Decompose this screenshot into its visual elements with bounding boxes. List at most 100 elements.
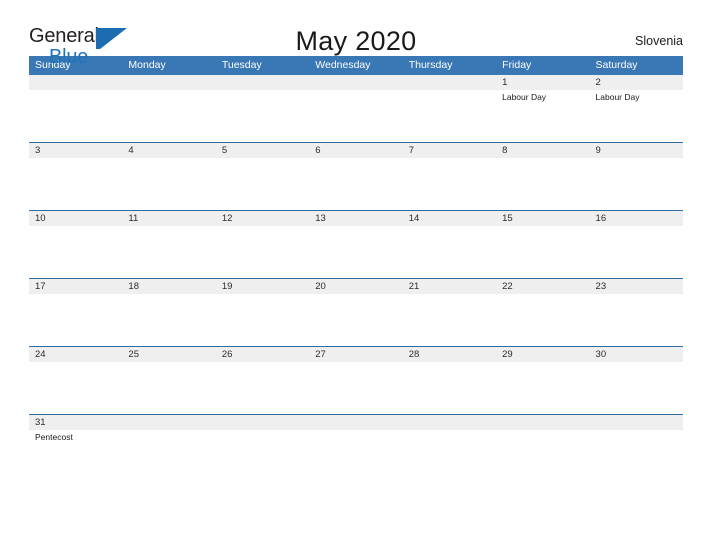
calendar-weeks: 1 2 Labour Day Labour Day 3 4 5 6 7 8 9 10 11 12 13 14 1… <box>29 75 683 482</box>
logo-text-blue: Blue <box>49 46 89 68</box>
day-number[interactable]: 27 <box>309 347 402 362</box>
day-number[interactable]: 10 <box>29 211 122 226</box>
day-cell[interactable] <box>29 226 122 278</box>
calendar-week-row: 3456789 <box>29 142 683 210</box>
day-cell <box>309 430 402 482</box>
day-cell[interactable]: Pentecost <box>29 430 122 482</box>
day-cell[interactable] <box>403 362 496 414</box>
day-number[interactable]: 8 <box>496 143 589 158</box>
calendar-week-row: 1 2 Labour Day Labour Day <box>29 75 683 142</box>
day-cell[interactable] <box>309 294 402 346</box>
day-cell[interactable] <box>403 226 496 278</box>
day-number-empty <box>590 415 683 430</box>
day-number[interactable]: 20 <box>309 279 402 294</box>
day-cell[interactable] <box>590 362 683 414</box>
day-number[interactable]: 30 <box>590 347 683 362</box>
day-cell[interactable] <box>122 158 215 210</box>
day-cell[interactable] <box>216 226 309 278</box>
day-number[interactable]: 29 <box>496 347 589 362</box>
week-date-band: 10 11 12 13 14 15 16 <box>29 211 683 226</box>
day-number[interactable]: 9 <box>590 143 683 158</box>
day-cell[interactable] <box>122 362 215 414</box>
day-cell[interactable] <box>216 158 309 210</box>
day-number[interactable]: 3 <box>29 143 122 158</box>
day-number-empty <box>122 75 215 90</box>
day-cell[interactable] <box>122 226 215 278</box>
day-cell[interactable] <box>496 226 589 278</box>
week-date-band: 3456789 <box>29 143 683 158</box>
week-event-band: Labour Day Labour Day <box>29 90 683 142</box>
day-number[interactable]: 16 <box>590 211 683 226</box>
calendar-week-row: 31 Pentecost <box>29 414 683 482</box>
day-number[interactable]: 18 <box>122 279 215 294</box>
day-number[interactable]: 7 <box>403 143 496 158</box>
day-number[interactable]: 26 <box>216 347 309 362</box>
day-number[interactable]: 2 <box>590 75 683 90</box>
day-number[interactable]: 23 <box>590 279 683 294</box>
day-cell[interactable] <box>496 158 589 210</box>
day-cell[interactable] <box>216 294 309 346</box>
day-number-empty <box>29 75 122 90</box>
day-number[interactable]: 24 <box>29 347 122 362</box>
day-cell[interactable] <box>403 158 496 210</box>
day-cell[interactable] <box>496 362 589 414</box>
day-cell[interactable] <box>309 362 402 414</box>
day-number-empty <box>309 75 402 90</box>
holiday-label: Labour Day <box>595 92 640 102</box>
calendar-grid: Sunday Monday Tuesday Wednesday Thursday… <box>29 56 683 482</box>
day-cell[interactable] <box>590 158 683 210</box>
day-number[interactable]: 21 <box>403 279 496 294</box>
day-cell[interactable]: Labour Day <box>496 90 589 142</box>
day-cell[interactable] <box>216 362 309 414</box>
day-number-empty <box>403 75 496 90</box>
weekday-tuesday: Tuesday <box>221 59 262 71</box>
day-number[interactable]: 17 <box>29 279 122 294</box>
day-number[interactable]: 12 <box>216 211 309 226</box>
day-cell[interactable] <box>122 294 215 346</box>
weekday-saturday: Saturday <box>595 59 638 71</box>
page-header: General Blue May 2020 Slovenia <box>0 0 712 67</box>
day-cell <box>496 430 589 482</box>
day-cell[interactable] <box>309 226 402 278</box>
day-cell[interactable] <box>29 362 122 414</box>
country-label: Slovenia <box>635 34 683 48</box>
weekday-header-row: Sunday Monday Tuesday Wednesday Thursday… <box>29 56 683 75</box>
day-number[interactable]: 31 <box>29 415 122 430</box>
week-date-band: 24 25 26 27 28 29 30 <box>29 347 683 362</box>
day-number[interactable]: 25 <box>122 347 215 362</box>
day-cell[interactable] <box>29 158 122 210</box>
week-event-band <box>29 294 683 346</box>
day-cell[interactable]: Labour Day <box>590 90 683 142</box>
day-cell[interactable] <box>496 294 589 346</box>
day-cell <box>122 90 215 142</box>
week-event-band <box>29 362 683 414</box>
day-number[interactable]: 4 <box>122 143 215 158</box>
week-event-band <box>29 158 683 210</box>
day-cell <box>122 430 215 482</box>
day-number[interactable]: 1 <box>496 75 589 90</box>
day-cell[interactable] <box>590 294 683 346</box>
day-cell <box>216 90 309 142</box>
week-date-band: 17 18 19 20 21 22 23 <box>29 279 683 294</box>
day-number[interactable]: 5 <box>216 143 309 158</box>
day-cell[interactable] <box>403 294 496 346</box>
day-cell <box>403 90 496 142</box>
week-event-band: Pentecost <box>29 430 683 482</box>
day-number[interactable]: 6 <box>309 143 402 158</box>
day-cell[interactable] <box>590 226 683 278</box>
calendar-week-row: 24 25 26 27 28 29 30 <box>29 346 683 414</box>
day-number[interactable]: 22 <box>496 279 589 294</box>
day-number[interactable]: 11 <box>122 211 215 226</box>
day-number[interactable]: 13 <box>309 211 402 226</box>
day-number[interactable]: 28 <box>403 347 496 362</box>
day-cell[interactable] <box>309 158 402 210</box>
calendar-week-row: 17 18 19 20 21 22 23 <box>29 278 683 346</box>
holiday-label: Pentecost <box>35 432 73 442</box>
day-cell <box>29 90 122 142</box>
day-number[interactable]: 19 <box>216 279 309 294</box>
day-number[interactable]: 14 <box>403 211 496 226</box>
general-blue-logo[interactable]: General Blue <box>29 26 127 68</box>
day-number-empty <box>403 415 496 430</box>
day-cell[interactable] <box>29 294 122 346</box>
day-number[interactable]: 15 <box>496 211 589 226</box>
